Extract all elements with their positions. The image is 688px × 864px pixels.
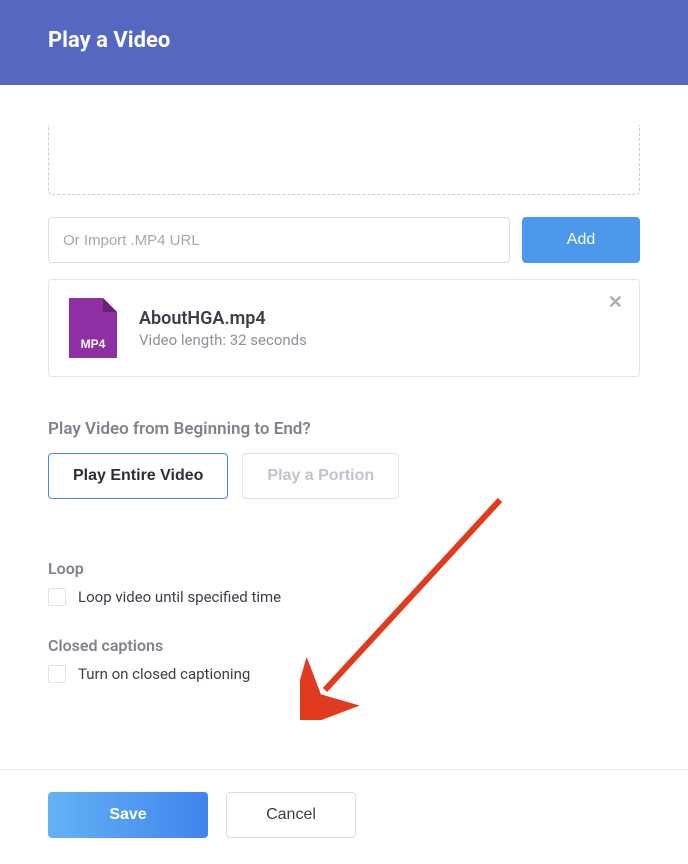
- svg-text:MP4: MP4: [81, 337, 106, 351]
- import-row: Add: [48, 217, 640, 263]
- file-meta: Video length: 32 seconds: [139, 331, 619, 349]
- file-name: AboutHGA.mp4: [139, 308, 619, 329]
- loop-section: Loop Loop video until specified time: [48, 559, 640, 606]
- dialog-footer: Save Cancel: [0, 769, 688, 864]
- loop-checkbox-row: Loop video until specified time: [48, 588, 640, 606]
- loop-label: Loop: [48, 559, 640, 578]
- import-url-input[interactable]: [48, 217, 510, 263]
- dialog-title: Play a Video: [48, 28, 640, 53]
- range-toggle-row: Play Entire Video Play a Portion: [48, 453, 640, 499]
- file-card: MP4 AboutHGA.mp4 Video length: 32 second…: [48, 279, 640, 377]
- dialog-content: Add MP4 AboutHGA.mp4 Video length: 32 se…: [0, 125, 688, 683]
- cc-checkbox-label: Turn on closed captioning: [78, 665, 250, 683]
- file-mp4-icon: MP4: [69, 298, 117, 358]
- close-icon[interactable]: ✕: [608, 294, 623, 312]
- cc-checkbox[interactable]: [48, 665, 66, 683]
- range-section-label: Play Video from Beginning to End?: [48, 419, 640, 439]
- play-portion-button[interactable]: Play a Portion: [242, 453, 399, 499]
- dialog-header: Play a Video: [0, 0, 688, 85]
- cc-label: Closed captions: [48, 636, 640, 655]
- save-button[interactable]: Save: [48, 792, 208, 838]
- loop-checkbox-label: Loop video until specified time: [78, 588, 281, 606]
- file-dropzone[interactable]: [48, 125, 640, 195]
- cc-section: Closed captions Turn on closed captionin…: [48, 636, 640, 683]
- file-info: AboutHGA.mp4 Video length: 32 seconds: [139, 308, 619, 349]
- loop-checkbox[interactable]: [48, 588, 66, 606]
- cancel-button[interactable]: Cancel: [226, 792, 356, 838]
- cc-checkbox-row: Turn on closed captioning: [48, 665, 640, 683]
- add-button[interactable]: Add: [522, 217, 640, 263]
- play-entire-button[interactable]: Play Entire Video: [48, 453, 228, 499]
